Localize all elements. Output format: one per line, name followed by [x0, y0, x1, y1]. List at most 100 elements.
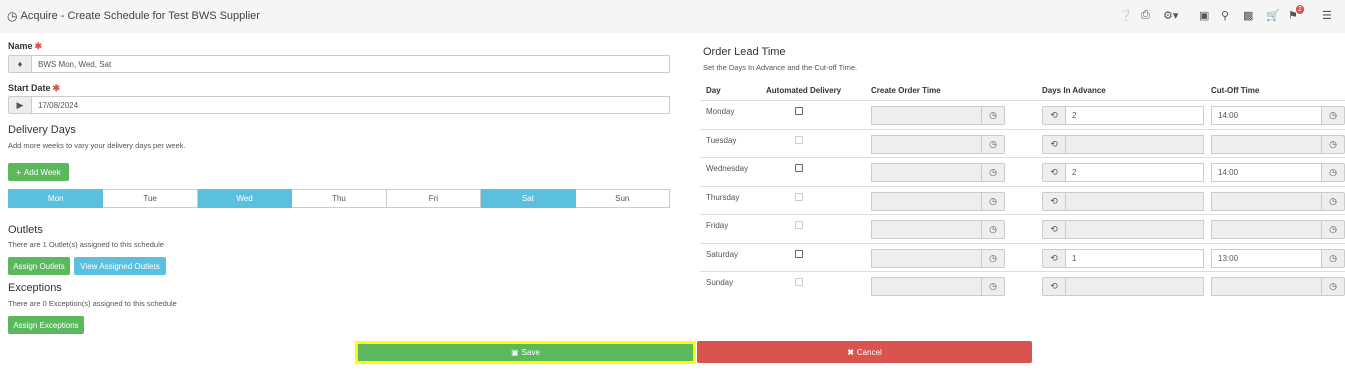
- start-date-input[interactable]: 17/08/2024: [31, 96, 670, 114]
- required-mark: ✱: [52, 83, 61, 93]
- print-icon[interactable]: ⎙: [1141, 9, 1150, 22]
- cutoff-time-group: ◷: [1211, 134, 1345, 154]
- search-icon[interactable]: ⚲: [1221, 9, 1229, 22]
- delivery-days-help: Add more weeks to vary your delivery day…: [8, 141, 186, 150]
- help-icon[interactable]: ❔: [1119, 9, 1133, 22]
- close-icon: ✖: [847, 347, 854, 357]
- automated-delivery-checkbox[interactable]: [795, 164, 803, 172]
- day-name: Wednesday: [706, 164, 749, 173]
- cancel-label: Cancel: [856, 347, 882, 357]
- clock-icon[interactable]: ◷: [982, 163, 1005, 182]
- create-order-time-group: ◷: [871, 134, 1005, 154]
- clock-icon[interactable]: ◷: [982, 248, 1005, 268]
- clock-icon[interactable]: ◷: [982, 106, 1005, 125]
- media-icon[interactable]: ▣: [1199, 9, 1209, 22]
- clock-icon[interactable]: ◷: [1322, 248, 1345, 268]
- cutoff-time-group: 14:00 ◷: [1211, 163, 1345, 182]
- name-input[interactable]: BWS Mon, Wed, Sat: [31, 55, 670, 73]
- days-in-advance-group: ⟲: [1042, 191, 1204, 211]
- add-week-button[interactable]: + Add Week: [8, 163, 69, 181]
- automated-delivery-checkbox[interactable]: [795, 249, 803, 258]
- delivery-day-selector: Mon Tue Wed Thu Fri Sat Sun: [8, 189, 670, 208]
- notifications-icon[interactable]: ⚑ 2: [1288, 5, 1304, 22]
- clock-icon[interactable]: ◷: [982, 134, 1005, 154]
- save-button[interactable]: ▣ Save: [355, 341, 696, 364]
- page-title-text: Acquire - Create Schedule for Test BWS S…: [20, 10, 260, 22]
- create-order-time-input: [871, 220, 982, 239]
- assign-exceptions-button[interactable]: Assign Exceptions: [8, 316, 84, 334]
- add-week-label: Add Week: [23, 167, 61, 177]
- exceptions-title: Exceptions: [8, 282, 62, 294]
- create-order-time-group: ◷: [871, 277, 1005, 296]
- history-icon: ⟲: [1042, 106, 1065, 125]
- cutoff-time-input: [1211, 277, 1322, 296]
- name-label-text: Name: [8, 41, 33, 51]
- chart-icon[interactable]: ▩: [1243, 9, 1253, 22]
- cutoff-time-group: 14:00 ◷: [1211, 106, 1345, 125]
- column-header-cutoff-time: Cut-Off Time: [1211, 86, 1260, 95]
- clock-icon[interactable]: ◷: [1322, 191, 1345, 211]
- clock-icon[interactable]: ◷: [1322, 134, 1345, 154]
- days-in-advance-input[interactable]: 1: [1065, 248, 1204, 268]
- clock-icon[interactable]: ◷: [1322, 220, 1345, 239]
- day-toggle-sat[interactable]: Sat: [481, 189, 576, 208]
- cancel-button[interactable]: ✖ Cancel: [697, 341, 1032, 363]
- outlets-help: There are 1 Outlet(s) assigned to this s…: [8, 240, 164, 249]
- clock-icon[interactable]: ◷: [1322, 277, 1345, 296]
- create-order-time-group: ◷: [871, 248, 1005, 268]
- day-toggle-sun[interactable]: Sun: [575, 189, 670, 208]
- cart-icon[interactable]: 🛒: [1266, 9, 1280, 22]
- day-toggle-thu[interactable]: Thu: [292, 189, 387, 208]
- clock-icon[interactable]: ◷: [982, 191, 1005, 211]
- days-in-advance-group: ⟲: [1042, 277, 1204, 296]
- cutoff-time-input[interactable]: 14:00: [1211, 106, 1322, 125]
- days-in-advance-group: ⟲ 2: [1042, 163, 1204, 182]
- cutoff-time-group: 13:00 ◷: [1211, 248, 1345, 268]
- automated-delivery-checkbox[interactable]: [795, 107, 803, 115]
- save-icon: ▣: [511, 348, 519, 357]
- cutoff-time-input[interactable]: 13:00: [1211, 248, 1322, 268]
- create-order-time-group: ◷: [871, 191, 1005, 211]
- required-mark: ✱: [34, 41, 43, 51]
- name-label: Name ✱: [8, 41, 42, 52]
- settings-icon[interactable]: ⚙▾: [1163, 9, 1178, 22]
- name-field-group: ♦ BWS Mon, Wed, Sat: [8, 55, 670, 73]
- days-in-advance-input: [1065, 277, 1204, 296]
- day-toggle-tue[interactable]: Tue: [103, 189, 198, 208]
- play-icon: ▶: [8, 96, 31, 114]
- clock-icon[interactable]: ◷: [1322, 163, 1345, 182]
- clock-icon[interactable]: ◷: [1322, 106, 1345, 125]
- history-icon: ⟲: [1042, 191, 1065, 211]
- automated-delivery-checkbox: [795, 135, 803, 144]
- clock-icon[interactable]: ◷: [982, 277, 1005, 296]
- view-assigned-outlets-button[interactable]: View Assigned Outlets: [74, 257, 166, 275]
- days-in-advance-group: ⟲: [1042, 220, 1204, 239]
- assign-outlets-button[interactable]: Assign Outlets: [8, 257, 70, 275]
- day-toggle-mon[interactable]: Mon: [8, 189, 104, 208]
- exceptions-help: There are 0 Exception(s) assigned to thi…: [8, 299, 177, 308]
- table-row: Saturday ◷ ⟲ 1 13:00 ◷: [700, 242, 1345, 272]
- order-lead-time-title: Order Lead Time: [703, 46, 786, 58]
- create-order-time-input: [871, 134, 982, 154]
- days-in-advance-input[interactable]: 2: [1065, 163, 1204, 182]
- cutoff-time-group: ◷: [1211, 277, 1345, 296]
- column-header-days-in-advance: Days In Advance: [1042, 86, 1106, 95]
- day-toggle-wed[interactable]: Wed: [197, 189, 293, 208]
- days-in-advance-input[interactable]: 2: [1065, 106, 1204, 125]
- create-order-time-group: ◷: [871, 106, 1005, 125]
- day-name: Monday: [706, 107, 735, 116]
- column-header-automated-delivery: Automated Delivery: [766, 86, 842, 95]
- cutoff-time-input[interactable]: 14:00: [1211, 163, 1322, 182]
- day-toggle-fri[interactable]: Fri: [386, 189, 482, 208]
- table-row: Monday ◷ ⟲ 2 14:00 ◷: [700, 100, 1345, 129]
- list-icon[interactable]: ☰: [1322, 9, 1332, 22]
- days-in-advance-group: ⟲ 2: [1042, 106, 1204, 125]
- clock-icon: ◷: [7, 9, 18, 23]
- table-row: Thursday ◷ ⟲ ◷: [700, 185, 1345, 215]
- start-date-label-text: Start Date: [8, 83, 51, 93]
- table-row: Sunday ◷ ⟲ ◷: [700, 271, 1345, 300]
- days-in-advance-group: ⟲ 1: [1042, 248, 1204, 268]
- clock-icon[interactable]: ◷: [982, 220, 1005, 239]
- order-lead-time-help: Set the Days In Advance and the Cut-off …: [703, 63, 858, 72]
- day-name: Saturday: [706, 249, 739, 259]
